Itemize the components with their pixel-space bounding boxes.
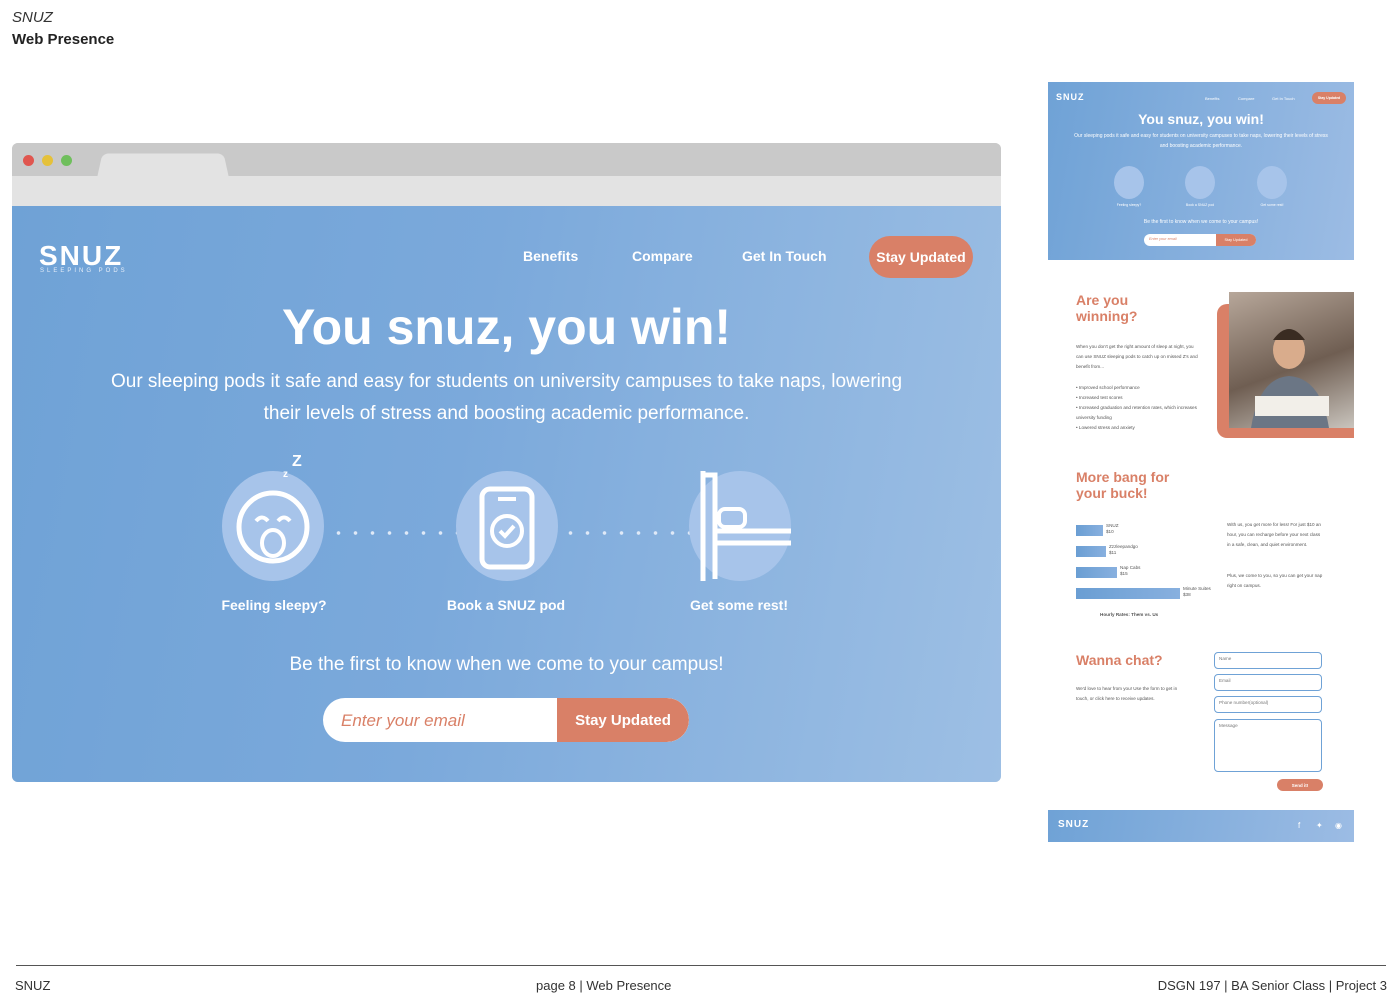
mockup-hero: SNUZ Benefits Compare Get In Touch Stay … [1048,82,1354,260]
sleepy-face-icon [236,490,310,564]
signup-form: Stay Updated [323,698,689,742]
hero-subtitle: Our sleeping pods it safe and easy for s… [110,371,903,424]
chart-caption: Hourly Rates: Them vs. Us [1100,612,1159,617]
sleep-z-icon: Z [292,453,302,470]
price-bar-label: Zzzleepandgo $11 [1109,544,1138,555]
footer-page: page 8 | Web Presence [536,978,672,993]
email-field[interactable]: Email [1214,674,1322,691]
step-connector [562,531,690,535]
sleep-z-small-icon: z [283,469,288,480]
footer-right: DSGN 197 | BA Senior Class | Project 3 [1157,978,1387,993]
message-field[interactable]: Message [1214,719,1322,772]
winning-bullet: • Lowered stress and anxiety [1076,425,1135,430]
stay-updated-submit-button[interactable]: Stay Updated [557,698,689,742]
close-window-dot[interactable] [23,155,34,166]
full-page-mockup: SNUZ Benefits Compare Get In Touch Stay … [1048,82,1354,842]
step-rest-circle [689,469,791,581]
price-bar-label: Nap Cabs $15 [1120,565,1141,576]
website-hero: SNUZ SLEEPING PODS Benefits Compare Get … [12,206,1001,782]
footer-left: SNUZ [15,978,51,993]
signup-heading: Be the first to know when we come to you… [289,654,724,675]
stay-updated-nav-button[interactable]: Stay Updated [869,236,973,278]
email-input[interactable] [339,698,553,742]
instagram-icon[interactable]: ◉ [1335,821,1342,830]
mockup-signup-heading: Be the first to know when we come to you… [1143,219,1259,225]
bang-text-2: Plus, we come to you, so you can get you… [1227,573,1323,588]
mockup-phone-check-icon [1185,166,1215,199]
winning-heading: Are you winning? [1076,292,1138,324]
browser-tab[interactable] [97,153,229,177]
nav-compare[interactable]: Compare [632,248,693,264]
student-photo-illustration [1251,329,1329,428]
twitter-icon[interactable]: ✦ [1316,821,1323,830]
mockup-bunk-bed-icon [1257,166,1287,199]
bunk-bed-icon [700,469,791,581]
bang-text: With us, you get more for less! For just… [1227,522,1321,547]
nav-get-in-touch[interactable]: Get In Touch [742,248,827,264]
step-label-sleepy: Feeling sleepy? [221,597,327,613]
phone-check-icon [479,486,535,570]
name-field[interactable]: Name [1214,652,1322,669]
step-sleepy-circle [222,471,324,581]
step-book-circle [456,471,558,581]
facebook-icon[interactable]: f [1298,821,1300,830]
mockup-footer: SNUZ f ✦ ◉ [1048,810,1354,842]
price-bar [1076,588,1180,599]
mockup-nav-get-in-touch[interactable]: Get In Touch [1272,96,1295,101]
mockup-stay-updated-submit[interactable]: Stay Updated [1216,234,1256,246]
winning-bullet: • Improved school performance [1076,385,1140,390]
price-bar [1076,525,1103,536]
mockup-sleepy-face-icon [1114,166,1144,199]
chat-heading: Wanna chat? [1076,652,1163,668]
footer-logo[interactable]: SNUZ [1058,819,1089,830]
mockup-nav-benefits[interactable]: Benefits [1205,96,1219,101]
mockup-step-rest: Get some rest! [1260,203,1284,207]
maximize-window-dot[interactable] [61,155,72,166]
price-bar-label: SNUZ $10 [1106,523,1119,534]
mockup-logo[interactable]: SNUZ [1056,92,1085,102]
mockup-step-book: Book a SNUZ pod [1185,203,1215,207]
step-connector [330,531,458,535]
mockup-nav-compare[interactable]: Compare [1238,96,1254,101]
browser-toolbar [12,176,1001,206]
student-sleeping-photo [1229,292,1354,428]
browser-mockup: SNUZ SLEEPING PODS Benefits Compare Get … [12,143,1001,782]
site-logo-tagline: SLEEPING PODS [40,268,128,274]
mockup-step-sleepy: Feeling sleepy? [1116,203,1142,207]
winning-bullet: • Increased graduation and retention rat… [1076,405,1197,420]
minimize-window-dot[interactable] [42,155,53,166]
mockup-signup-form: Enter your email Stay Updated [1144,234,1256,246]
mockup-hero-subtitle: Our sleeping pods it safe and easy for s… [1074,133,1328,149]
chat-text: We'd love to hear from you! Use the form… [1076,686,1178,701]
document-subtitle: SNUZ [12,9,53,26]
step-label-rest: Get some rest! [689,597,789,613]
price-bar [1076,546,1106,557]
step-label-book: Book a SNUZ pod [446,597,566,613]
document-title: Web Presence [12,31,115,48]
footer-rule [16,965,1386,966]
hero-title: You snuz, you win! [281,299,732,355]
mockup-hero-title: You snuz, you win! [1138,111,1264,127]
bang-heading: More bang for your buck! [1076,469,1170,501]
mockup-stay-updated-button[interactable]: Stay Updated [1312,92,1346,104]
nav-benefits[interactable]: Benefits [523,248,578,264]
phone-field[interactable]: Phone number(optional) [1214,696,1322,713]
price-bar [1076,567,1117,578]
send-button[interactable]: Send it! [1277,779,1323,791]
price-bar-label: Minute Suites $38 [1183,586,1211,597]
winning-bullet: • Increased test scores [1076,395,1123,400]
mockup-email-input[interactable]: Enter your email [1149,237,1177,241]
winning-text: When you don't get the right amount of s… [1076,344,1198,369]
